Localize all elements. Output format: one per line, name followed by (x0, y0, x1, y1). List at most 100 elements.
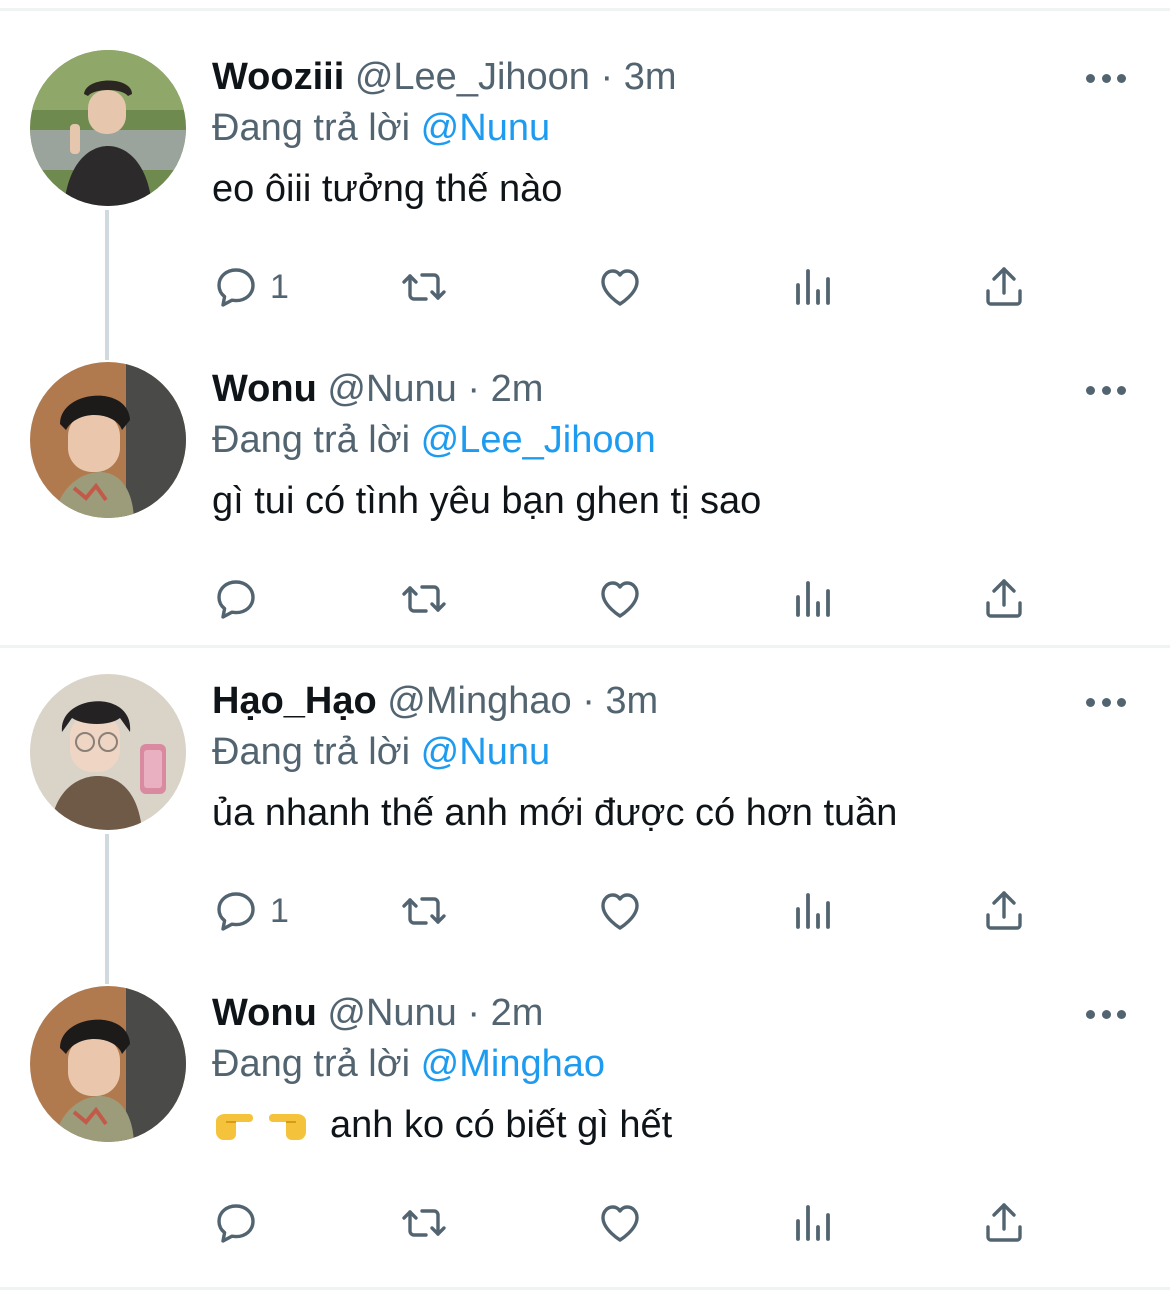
views-button[interactable] (788, 574, 836, 624)
views-button[interactable] (788, 262, 836, 312)
replying-to-label: Đang trả lời (212, 419, 411, 461)
like-button[interactable] (596, 574, 644, 624)
replying-to-label: Đang trả lời (212, 107, 411, 149)
views-icon (788, 887, 836, 935)
views-icon (788, 263, 836, 311)
avatar[interactable] (30, 986, 186, 1142)
replying-to: Đang trả lời @Lee_Jihoon (212, 414, 1130, 466)
separator-dot: · (467, 368, 481, 410)
display-name[interactable]: Wonu (212, 992, 317, 1034)
user-handle[interactable]: @Minghao (387, 680, 571, 722)
tweet-content: Wonu @Nunu · 2m Đang trả lời @Minghao an… (212, 988, 1130, 1154)
timestamp[interactable]: 3m (624, 56, 677, 98)
display-name[interactable]: Wooziii (212, 56, 344, 98)
tweet[interactable]: Wooziii @Lee_Jihoon · 3m Đang trả lời @N… (0, 0, 1170, 312)
replying-to: Đang trả lời @Minghao (212, 1038, 1130, 1090)
reply-button[interactable]: 1 (212, 886, 289, 936)
tweet[interactable]: Wonu @Nunu · 2m Đang trả lời @Minghao an… (0, 936, 1170, 1248)
more-icon[interactable] (1086, 1002, 1126, 1026)
tweet-header: Hạo_Hạo @Minghao · 3m (212, 676, 1130, 726)
share-button[interactable] (980, 574, 1028, 624)
tweet-text: anh ko có biết gì hết (212, 1096, 1130, 1154)
tweet-header: Wonu @Nunu · 2m (212, 364, 1130, 414)
tweet-text-body: eo ôiii tưởng thế nào (212, 168, 563, 210)
tweet-text-body: gì tui có tình yêu bạn ghen tị sao (212, 480, 762, 522)
views-icon (788, 575, 836, 623)
replying-to: Đang trả lời @Nunu (212, 726, 1130, 778)
display-name[interactable]: Wonu (212, 368, 317, 410)
avatar[interactable] (30, 674, 186, 830)
reply-button[interactable]: 1 (212, 262, 289, 312)
timestamp[interactable]: 2m (491, 992, 544, 1034)
retweet-icon (400, 263, 448, 311)
avatar-photo (30, 362, 186, 518)
replying-to-label: Đang trả lời (212, 1043, 411, 1085)
reply-button[interactable] (212, 1198, 270, 1248)
pointing-right-emoji-icon (212, 1105, 256, 1145)
retweet-button[interactable] (400, 262, 448, 312)
share-button[interactable] (980, 886, 1028, 936)
views-button[interactable] (788, 1198, 836, 1248)
user-handle[interactable]: @Nunu (327, 992, 456, 1034)
share-icon (980, 263, 1028, 311)
tweet[interactable]: Hạo_Hạo @Minghao · 3m Đang trả lời @Nunu… (0, 624, 1170, 936)
retweet-button[interactable] (400, 886, 448, 936)
like-icon (596, 263, 644, 311)
tweet-actions (212, 1198, 1042, 1248)
like-button[interactable] (596, 886, 644, 936)
like-button[interactable] (596, 1198, 644, 1248)
replying-to-mention[interactable]: @Minghao (421, 1043, 605, 1085)
views-button[interactable] (788, 886, 836, 936)
avatar[interactable] (30, 50, 186, 206)
share-icon (980, 1199, 1028, 1247)
more-icon[interactable] (1086, 690, 1126, 714)
tweet-text: gì tui có tình yêu bạn ghen tị sao (212, 472, 1130, 530)
reply-icon (212, 263, 260, 311)
replying-to-mention[interactable]: @Nunu (421, 731, 550, 773)
tweet-content: Wonu @Nunu · 2m Đang trả lời @Lee_Jihoon… (212, 364, 1130, 530)
reply-icon (212, 1199, 260, 1247)
tweet-content: Hạo_Hạo @Minghao · 3m Đang trả lời @Nunu… (212, 676, 1130, 842)
user-handle[interactable]: @Nunu (327, 368, 456, 410)
tweet-text-body: anh ko có biết gì hết (330, 1104, 673, 1146)
separator-dot: · (467, 992, 481, 1034)
retweet-icon (400, 575, 448, 623)
tweet-header: Wonu @Nunu · 2m (212, 988, 1130, 1038)
tweet-text: ủa nhanh thế anh mới được có hơn tuần (212, 784, 1130, 842)
avatar[interactable] (30, 362, 186, 518)
reply-icon (212, 575, 260, 623)
user-handle[interactable]: @Lee_Jihoon (355, 56, 590, 98)
replying-to-mention[interactable]: @Nunu (421, 107, 550, 149)
share-button[interactable] (980, 262, 1028, 312)
avatar-photo (30, 50, 186, 206)
retweet-icon (400, 887, 448, 935)
timestamp[interactable]: 2m (491, 368, 544, 410)
avatar-photo (30, 674, 186, 830)
like-button[interactable] (596, 262, 644, 312)
reply-count: 1 (270, 267, 289, 306)
pointing-left-emoji-icon (266, 1105, 310, 1145)
retweet-button[interactable] (400, 574, 448, 624)
tweet-text-body: ủa nhanh thế anh mới được có hơn tuần (212, 792, 898, 834)
like-icon (596, 575, 644, 623)
replying-to-label: Đang trả lời (212, 731, 411, 773)
tweet-actions (212, 574, 1042, 624)
separator-dot: · (582, 680, 595, 722)
replying-to-mention[interactable]: @Lee_Jihoon (421, 419, 656, 461)
display-name[interactable]: Hạo_Hạo (212, 680, 377, 722)
timestamp[interactable]: 3m (605, 680, 658, 722)
like-icon (596, 1199, 644, 1247)
share-button[interactable] (980, 1198, 1028, 1248)
more-icon[interactable] (1086, 66, 1126, 90)
like-icon (596, 887, 644, 935)
tweet[interactable]: Wonu @Nunu · 2m Đang trả lời @Lee_Jihoon… (0, 312, 1170, 624)
reply-button[interactable] (212, 574, 270, 624)
more-icon[interactable] (1086, 378, 1126, 402)
retweet-button[interactable] (400, 1198, 448, 1248)
tweet-header: Wooziii @Lee_Jihoon · 3m (212, 52, 1130, 102)
views-icon (788, 1199, 836, 1247)
retweet-icon (400, 1199, 448, 1247)
tweet-content: Wooziii @Lee_Jihoon · 3m Đang trả lời @N… (212, 52, 1130, 218)
replying-to: Đang trả lời @Nunu (212, 102, 1130, 154)
share-icon (980, 575, 1028, 623)
